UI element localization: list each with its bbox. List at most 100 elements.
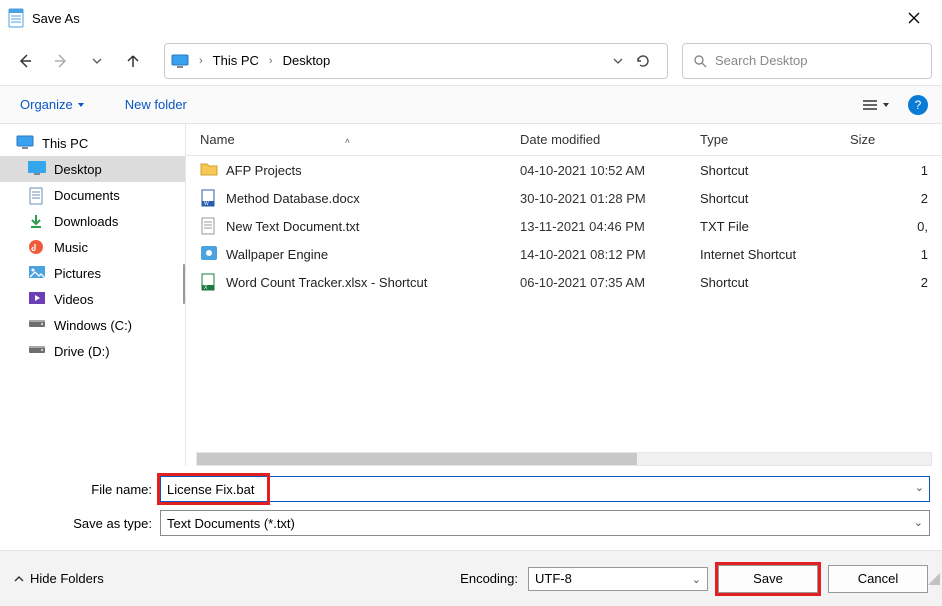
horizontal-scrollbar[interactable] — [196, 452, 932, 466]
file-date: 14-10-2021 08:12 PM — [520, 247, 700, 262]
notepad-icon — [8, 8, 24, 28]
forward-button[interactable] — [46, 46, 76, 76]
search-placeholder: Search Desktop — [715, 53, 808, 68]
sidebar-scrollbar-thumb[interactable] — [183, 264, 185, 304]
desktop-icon — [28, 161, 46, 177]
file-row[interactable]: WMethod Database.docx30-10-2021 01:28 PM… — [186, 184, 942, 212]
file-name: AFP Projects — [226, 163, 302, 178]
sidebar-item-label: Videos — [54, 292, 94, 307]
cancel-button[interactable]: Cancel — [828, 565, 928, 593]
monitor-icon — [16, 135, 34, 151]
search-icon — [693, 54, 707, 68]
sidebar-item-label: Music — [54, 240, 88, 255]
resize-grip[interactable] — [926, 571, 940, 585]
svg-text:W: W — [204, 201, 209, 207]
sidebar-item-label: Windows (C:) — [54, 318, 132, 333]
cancel-label: Cancel — [858, 571, 898, 586]
window-title: Save As — [32, 11, 80, 26]
pictures-icon — [28, 265, 46, 281]
file-name: Wallpaper Engine — [226, 247, 328, 262]
file-row[interactable]: XWord Count Tracker.xlsx - Shortcut06-10… — [186, 268, 942, 296]
sidebar-item-downloads[interactable]: Downloads — [0, 208, 185, 234]
file-name: New Text Document.txt — [226, 219, 359, 234]
sidebar-item-videos[interactable]: Videos — [0, 286, 185, 312]
sort-indicator-icon: ˄ — [345, 136, 350, 146]
filename-label: File name: — [12, 482, 160, 497]
file-name: Word Count Tracker.xlsx - Shortcut — [226, 275, 427, 290]
new-folder-label: New folder — [125, 97, 187, 112]
xlsx-icon: X — [200, 273, 218, 291]
address-dropdown-icon[interactable] — [613, 56, 623, 66]
sidebar-item-music[interactable]: Music — [0, 234, 185, 260]
hide-folders-button[interactable]: Hide Folders — [14, 571, 104, 586]
sidebar-item-label: Documents — [54, 188, 120, 203]
chevron-down-icon: ⌄ — [914, 516, 923, 529]
breadcrumb-seg-1[interactable]: Desktop — [279, 53, 335, 68]
txt-icon — [200, 217, 218, 235]
sidebar-item-documents[interactable]: Documents — [0, 182, 185, 208]
sidebar-item-drive[interactable]: Windows (C:) — [0, 312, 185, 338]
close-button[interactable] — [894, 3, 934, 33]
bottom-bar: Hide Folders Encoding: UTF-8 ⌄ Save Canc… — [0, 550, 942, 606]
file-row[interactable]: AFP Projects 04-10-2021 10:52 AMShortcut1 — [186, 156, 942, 184]
back-button[interactable] — [10, 46, 40, 76]
address-bar[interactable]: › This PC › Desktop — [164, 43, 668, 79]
chevron-right-icon: › — [195, 55, 207, 67]
downloads-icon — [28, 213, 46, 229]
file-size: 2 — [850, 191, 932, 206]
column-headers[interactable]: Name ˄ Date modified Type Size — [186, 124, 942, 156]
refresh-button[interactable] — [625, 53, 661, 69]
sidebar-item-label: Drive (D:) — [54, 344, 110, 359]
file-row[interactable]: Wallpaper Engine 14-10-2021 08:12 PMInter… — [186, 240, 942, 268]
save-button[interactable]: Save — [718, 565, 818, 593]
drive-icon — [28, 317, 46, 333]
file-type: Shortcut — [700, 191, 850, 206]
filename-input[interactable] — [160, 476, 930, 502]
sidebar-root-label: This PC — [42, 136, 88, 151]
chevron-down-icon: ⌄ — [692, 573, 701, 586]
sidebar: This PC Desktop Documents Downloads Music Pi… — [0, 124, 186, 466]
sidebar-item-drive[interactable]: Drive (D:) — [0, 338, 185, 364]
col-date[interactable]: Date modified — [520, 132, 700, 147]
breadcrumb-seg-0[interactable]: This PC — [209, 53, 263, 68]
file-type: Internet Shortcut — [700, 247, 850, 262]
file-row[interactable]: New Text Document.txt 13-11-2021 04:46 PM… — [186, 212, 942, 240]
encoding-value: UTF-8 — [535, 571, 572, 586]
monitor-icon — [171, 54, 189, 68]
folder-icon — [200, 161, 218, 179]
sidebar-item-pictures[interactable]: Pictures — [0, 260, 185, 286]
file-date: 30-10-2021 01:28 PM — [520, 191, 700, 206]
file-type: Shortcut — [700, 163, 850, 178]
sidebar-item-this-pc[interactable]: This PC — [0, 130, 185, 156]
scrollbar-thumb[interactable] — [197, 453, 637, 465]
new-folder-button[interactable]: New folder — [119, 93, 193, 116]
savetype-select[interactable]: Text Documents (*.txt) ⌄ — [160, 510, 930, 536]
col-name[interactable]: Name — [200, 132, 235, 147]
file-date: 04-10-2021 10:52 AM — [520, 163, 700, 178]
file-size: 1 — [850, 163, 932, 178]
save-label: Save — [753, 571, 783, 586]
search-input[interactable]: Search Desktop — [682, 43, 932, 79]
col-size[interactable]: Size — [850, 132, 932, 147]
sidebar-item-label: Downloads — [54, 214, 118, 229]
chevron-right-icon: › — [265, 55, 277, 67]
documents-icon — [28, 187, 46, 203]
organize-menu[interactable]: Organize — [14, 93, 91, 116]
recent-dropdown[interactable] — [82, 46, 112, 76]
file-type: Shortcut — [700, 275, 850, 290]
file-type: TXT File — [700, 219, 850, 234]
titlebar: Save As — [0, 0, 942, 36]
col-type[interactable]: Type — [700, 132, 850, 147]
sidebar-item-desktop[interactable]: Desktop — [0, 156, 185, 182]
file-size: 0, — [850, 219, 932, 234]
view-menu[interactable] — [862, 99, 890, 111]
chevron-down-icon[interactable]: ⌄ — [915, 481, 924, 494]
up-button[interactable] — [118, 46, 148, 76]
sidebar-item-label: Pictures — [54, 266, 101, 281]
file-size: 2 — [850, 275, 932, 290]
music-icon — [28, 239, 46, 255]
file-date: 13-11-2021 04:46 PM — [520, 219, 700, 234]
help-button[interactable]: ? — [908, 95, 928, 115]
savetype-value: Text Documents (*.txt) — [167, 516, 295, 531]
file-size: 1 — [850, 247, 932, 262]
